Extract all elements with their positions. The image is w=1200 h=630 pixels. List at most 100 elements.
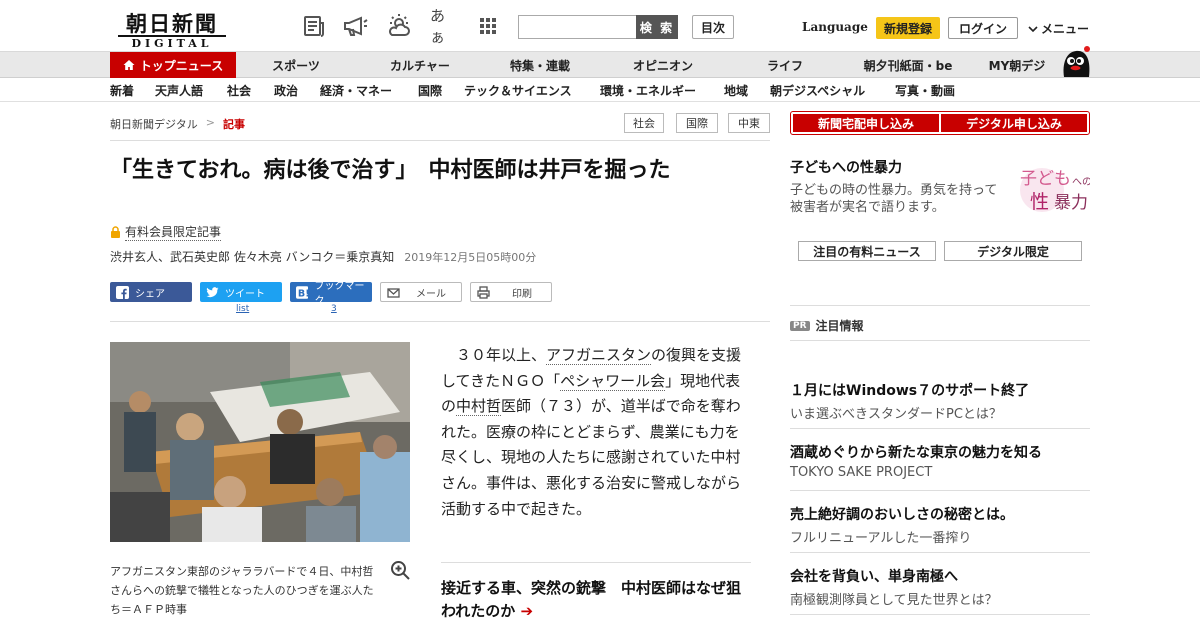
nav-newspaper-be[interactable]: 朝夕刊紙面・be xyxy=(852,52,964,78)
site-logo[interactable]: 朝日新聞 DIGITAL xyxy=(116,8,228,50)
mascot-icon[interactable] xyxy=(1060,44,1092,78)
nav2-international[interactable]: 国際 xyxy=(418,82,442,99)
home-icon xyxy=(123,60,135,70)
print-icon xyxy=(477,285,490,299)
weather-icon[interactable] xyxy=(386,13,412,39)
byline: 渋井玄人、武石英史郎 佐々木亮 バンコク＝乗京真知 2019年12月5日05時00… xyxy=(110,248,536,265)
breadcrumb-home[interactable]: 朝日新聞デジタル xyxy=(110,116,198,132)
language-link[interactable]: Language xyxy=(802,20,868,34)
promo-description[interactable]: 子どもの時の性暴力。勇気を持って被害者が実名で語ります。 xyxy=(790,182,1005,216)
twitter-share-label: ツイート xyxy=(225,288,265,300)
tag-international[interactable]: 国際 xyxy=(676,113,718,133)
hatena-bookmark-button[interactable]: B! ブックマーク xyxy=(290,281,372,307)
twitter-count[interactable]: list xyxy=(236,304,249,314)
twitter-share-button[interactable]: ツイート xyxy=(200,282,282,302)
nav-culture[interactable]: カルチャー xyxy=(370,52,470,78)
digital-only-button[interactable]: デジタル限定 xyxy=(944,241,1082,261)
pr-item-subtitle[interactable]: 南極観測隊員として見た世界とは？ xyxy=(790,589,998,608)
hatena-bookmark-label: ブックマーク xyxy=(314,281,365,307)
breadcrumb: 朝日新聞デジタル > 記事 xyxy=(110,116,245,132)
paid-news-button[interactable]: 注目の有料ニュース xyxy=(798,241,936,261)
mail-icon xyxy=(387,287,400,298)
pr-item-subtitle[interactable]: フルリニューアルした一番搾り xyxy=(790,527,971,546)
pr-item-title[interactable]: 売上絶好調のおいしさの秘密とは。 xyxy=(790,504,1014,524)
divider xyxy=(790,490,1090,491)
nav-sports[interactable]: スポーツ xyxy=(246,52,346,78)
promo-image-text-4: 暴力 xyxy=(1054,193,1088,213)
divider xyxy=(110,140,770,141)
keyword-nakamura-link[interactable]: 中村哲 xyxy=(456,397,502,417)
toc-button[interactable]: 目次 xyxy=(692,15,734,39)
font-size-icon[interactable]: あぁ xyxy=(430,7,456,46)
print-button[interactable]: 印刷 xyxy=(470,282,552,302)
tag-middle-east[interactable]: 中東 xyxy=(728,113,770,133)
facebook-icon xyxy=(116,285,129,299)
menu-button[interactable]: メニュー xyxy=(1028,20,1089,37)
nav-my-asadigi[interactable]: MY朝デジ xyxy=(976,52,1058,78)
nav-features[interactable]: 特集・連載 xyxy=(490,52,590,78)
pr-item-title[interactable]: 会社を背負い、単身南極へ xyxy=(790,566,958,586)
pr-item-title[interactable]: １月にはWindows７のサポート終了 xyxy=(790,380,1029,400)
nav2-region[interactable]: 地域 xyxy=(724,82,748,99)
chevron-down-icon xyxy=(1028,25,1038,32)
nav-life[interactable]: ライフ xyxy=(735,52,835,78)
members-only-label: 有料会員限定記事 xyxy=(125,225,222,241)
pr-section-heading: PR 注目情報 xyxy=(790,317,864,334)
pr-item-subtitle[interactable]: TOKYO SAKE PROJECT xyxy=(790,465,932,480)
zoom-icon[interactable] xyxy=(390,560,410,580)
promo-image-text-3: 性 xyxy=(1030,191,1049,213)
nav2-society[interactable]: 社会 xyxy=(227,82,251,99)
nav2-tensei-jingo[interactable]: 天声人語 xyxy=(155,82,203,99)
nav2-politics[interactable]: 政治 xyxy=(274,82,298,99)
grid-menu-icon[interactable] xyxy=(475,13,501,39)
promo-image-text-1: 子ども xyxy=(1020,169,1071,189)
divider xyxy=(790,552,1090,553)
primary-nav: トップニュース スポーツ カルチャー 特集・連載 オピニオン ライフ 朝夕刊紙面… xyxy=(0,52,1200,78)
divider xyxy=(110,321,770,322)
megaphone-icon[interactable] xyxy=(342,13,368,39)
nav2-special[interactable]: 朝デジスペシャル xyxy=(770,82,865,99)
divider xyxy=(790,614,1090,615)
divider xyxy=(441,562,751,563)
nav-opinion[interactable]: オピニオン xyxy=(613,52,713,78)
subscribe-digital-button[interactable]: デジタル申し込み xyxy=(941,114,1087,132)
related-article-link[interactable]: 接近する車、突然の銃撃 中村医師はなぜ狙われたのか ➔ xyxy=(441,577,751,623)
mail-button[interactable]: メール xyxy=(380,282,462,302)
subscribe-paper-button[interactable]: 新聞宅配申し込み xyxy=(793,114,939,132)
body-text-1: ３０年以上、 xyxy=(456,346,547,364)
promo-image[interactable]: 子ども への 性 暴力 xyxy=(1012,160,1090,216)
nav2-economy[interactable]: 経済・マネー xyxy=(320,82,392,99)
article-body: ３０年以上、アフガニスタンの復興を支援してきたＮＧＯ「ペシャワール会」現地代表の… xyxy=(441,343,749,522)
promo-title[interactable]: 子どもへの性暴力 xyxy=(790,157,902,177)
secondary-nav: 新着 天声人語 社会 政治 経済・マネー 国際 テック＆サイエンス 環境・エネル… xyxy=(0,78,1200,102)
nav2-environment[interactable]: 環境・エネルギー xyxy=(600,82,696,99)
divider xyxy=(790,305,1090,306)
login-button[interactable]: ログイン xyxy=(948,17,1018,39)
print-label: 印刷 xyxy=(512,288,532,300)
tag-society[interactable]: 社会 xyxy=(624,113,664,133)
newspaper-icon[interactable] xyxy=(301,13,327,39)
nav-top-news[interactable]: トップニュース xyxy=(110,52,236,78)
promo-image-text-2: への xyxy=(1072,177,1090,188)
pr-item-subtitle[interactable]: いま選ぶべきスタンダードPCとは？ xyxy=(790,403,1002,422)
keyword-peshawar-kai-link[interactable]: ペシャワール会 xyxy=(560,371,666,391)
pr-item-title[interactable]: 酒蔵めぐりから新たな東京の魅力を知る xyxy=(790,442,1042,462)
menu-label: メニュー xyxy=(1041,22,1090,36)
logo-main-text: 朝日新聞 xyxy=(126,11,218,36)
lock-icon xyxy=(111,226,120,238)
nav2-latest[interactable]: 新着 xyxy=(110,82,134,99)
breadcrumb-separator: > xyxy=(205,116,215,129)
search-input[interactable] xyxy=(518,15,636,39)
signup-button[interactable]: 新規登録 xyxy=(876,17,940,39)
search-button[interactable]: 検 索 xyxy=(636,15,678,39)
divider xyxy=(790,340,1090,341)
svg-text:B!: B! xyxy=(298,288,309,299)
facebook-share-button[interactable]: シェア xyxy=(110,282,192,302)
nav2-tech-science[interactable]: テック＆サイエンス xyxy=(464,82,572,99)
facebook-share-label: シェア xyxy=(135,288,165,300)
hatena-count[interactable]: 3 xyxy=(331,304,337,314)
article-photo[interactable] xyxy=(110,342,410,542)
members-only-badge[interactable]: 有料会員限定記事 xyxy=(110,223,222,241)
keyword-afghanistan-link[interactable]: アフガニスタン xyxy=(546,346,652,365)
nav2-photo-video[interactable]: 写真・動画 xyxy=(895,82,955,99)
